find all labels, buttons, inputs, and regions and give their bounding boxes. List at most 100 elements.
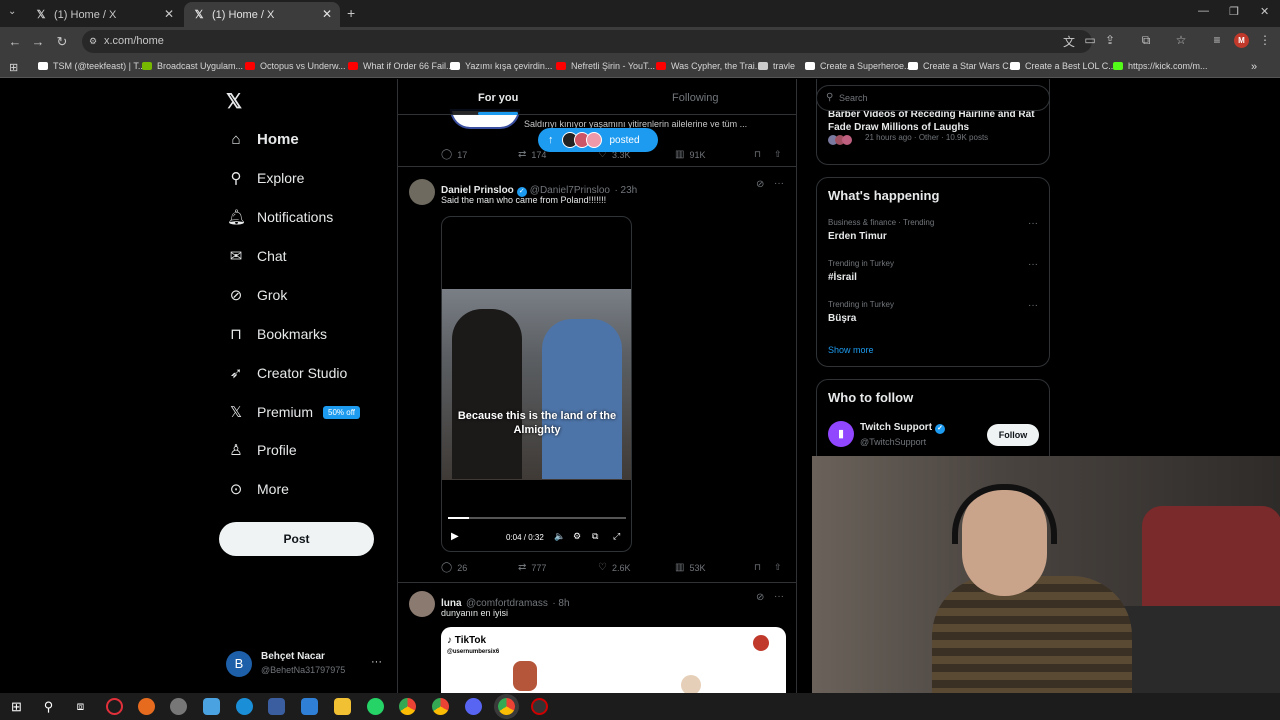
trend-item[interactable]: Trending in Turkey Büşra ··· xyxy=(828,300,1038,324)
x-logo-icon[interactable]: 𝕏 xyxy=(226,89,242,114)
bookmark-item[interactable]: TSM (@teekfeast) | T... xyxy=(38,61,145,71)
edge-icon[interactable] xyxy=(236,698,253,715)
fullscreen-icon[interactable]: ⤢ xyxy=(613,531,620,542)
grok-icon[interactable]: ⊘ xyxy=(756,592,764,603)
address-bar[interactable]: ⚙ x.com/home xyxy=(82,30,1092,53)
app-icon[interactable] xyxy=(301,698,318,715)
file-explorer-icon[interactable] xyxy=(334,698,351,715)
trend-item[interactable]: Trending in Turkey #İsrail ··· xyxy=(828,259,1038,283)
chrome-active-icon[interactable] xyxy=(498,698,515,715)
menu-kebab-icon[interactable]: ⋮ xyxy=(1257,33,1273,47)
share-icon[interactable]: ⇪ xyxy=(1102,33,1118,47)
cast-icon[interactable]: ▭ xyxy=(1082,33,1098,47)
trend-more-icon[interactable]: ··· xyxy=(1028,218,1038,229)
search-input[interactable]: ⚲ Search xyxy=(816,85,1050,111)
sidebar-item-notifications[interactable]: 🔔︎ Notifications xyxy=(227,202,333,232)
repost-button[interactable]: ⇄ 777 xyxy=(518,562,546,573)
firefox-icon[interactable] xyxy=(138,698,155,715)
apps-grid-icon[interactable]: ⊞ xyxy=(9,61,18,74)
sidebar-item-explore[interactable]: ⚲ Explore xyxy=(227,163,305,193)
post-button[interactable]: Post xyxy=(219,522,374,556)
browser-tab-1[interactable]: 𝕏 (1) Home / X ✕ xyxy=(26,2,182,27)
task-view-icon[interactable]: ⧈ xyxy=(72,698,89,715)
twitch-avatar[interactable]: ▮ xyxy=(828,421,854,447)
news-title[interactable]: Barber Videos of Receding Hairline and R… xyxy=(828,108,1040,134)
video-progress-bar[interactable] xyxy=(448,517,626,519)
extensions-icon[interactable]: ⧉ xyxy=(1138,33,1154,48)
close-tab-icon[interactable]: ✕ xyxy=(164,7,174,21)
tweet-time[interactable]: · 23h xyxy=(614,185,637,196)
site-info-icon[interactable]: ⚙ xyxy=(89,30,97,53)
tweet-more-icon[interactable]: ··· xyxy=(774,178,784,189)
trend-more-icon[interactable]: ··· xyxy=(1028,259,1038,270)
tab-for-you[interactable]: For you xyxy=(478,79,519,115)
bookmark-item[interactable]: Octopus vs Underw... xyxy=(245,61,346,71)
bookmark-item[interactable]: Broadcast Uygulam... xyxy=(142,61,243,71)
follow-handle[interactable]: @TwitchSupport xyxy=(860,437,926,447)
new-tab-button[interactable]: + xyxy=(347,5,355,21)
opera-icon[interactable] xyxy=(106,698,123,715)
more-bookmarks-icon[interactable]: » xyxy=(1251,61,1257,73)
show-more-link[interactable]: Show more xyxy=(828,345,874,355)
tweet-more-icon[interactable]: ··· xyxy=(774,591,784,602)
trend-item[interactable]: Business & finance · Trending Erden Timur… xyxy=(828,218,1038,242)
play-icon[interactable]: ▶ xyxy=(451,531,459,542)
follow-button[interactable]: Follow xyxy=(987,424,1039,446)
volume-icon[interactable]: 🔈 xyxy=(554,531,565,542)
chrome-icon[interactable] xyxy=(399,698,416,715)
repost-button[interactable]: ⇄ 174 xyxy=(518,149,546,160)
sidebar-item-grok[interactable]: ⊘ Grok xyxy=(227,280,288,310)
tab-following[interactable]: Following xyxy=(672,79,718,115)
share-icon[interactable]: ⇧ xyxy=(774,149,782,160)
bookmark-item[interactable]: Yazımı kışa çevirdin... xyxy=(450,61,552,71)
bookmark-item[interactable]: travle xyxy=(758,61,795,71)
reload-button[interactable]: ↻ xyxy=(52,32,72,52)
discord-icon[interactable] xyxy=(465,698,482,715)
bookmark-icon[interactable]: ⊓ xyxy=(754,562,761,573)
close-tab-icon[interactable]: ✕ xyxy=(322,7,332,21)
media-controls-icon[interactable]: ≡ xyxy=(1209,33,1225,47)
bookmark-item[interactable]: Create a Superheroe... xyxy=(805,61,912,71)
new-posts-pill[interactable]: ↑ posted xyxy=(538,128,658,152)
tweet-avatar[interactable] xyxy=(409,179,435,205)
close-window-button[interactable]: ✕ xyxy=(1260,5,1269,18)
bookmark-item[interactable]: Create a Best LOL C... xyxy=(1010,61,1116,71)
chrome-icon[interactable] xyxy=(432,698,449,715)
grok-icon[interactable]: ⊘ xyxy=(756,179,764,190)
settings-icon[interactable]: ⚙ xyxy=(573,531,581,542)
pip-icon[interactable]: ⧉ xyxy=(592,531,598,542)
sidebar-item-home[interactable]: ⌂ Home xyxy=(227,124,298,154)
minimize-button[interactable]: — xyxy=(1198,5,1209,17)
views-button[interactable]: ▥ 91K xyxy=(675,149,705,160)
sidebar-item-more[interactable]: ⊙ More xyxy=(227,474,289,504)
trend-more-icon[interactable]: ··· xyxy=(1028,300,1038,311)
bookmark-star-icon[interactable]: ☆ xyxy=(1173,33,1189,47)
sidebar-item-profile[interactable]: ♙ Profile xyxy=(227,435,296,465)
whatsapp-icon[interactable] xyxy=(367,698,384,715)
tweet-time[interactable]: · 8h xyxy=(552,598,569,609)
tweet-video[interactable]: Because this is the land of the Almighty… xyxy=(441,216,632,552)
views-button[interactable]: ▥ 53K xyxy=(675,562,705,573)
tweet-avatar[interactable] xyxy=(409,591,435,617)
tweet-media[interactable]: ♪ TikTok @usernumbersix6 xyxy=(441,627,786,693)
bookmark-item[interactable]: Was Cypher, the Trai... xyxy=(656,61,762,71)
browser-tab-2[interactable]: 𝕏 (1) Home / X ✕ xyxy=(184,2,340,27)
like-button[interactable]: ♡ 2.6K xyxy=(598,562,630,573)
follow-suggestion-name[interactable]: Twitch Support ✓ xyxy=(860,422,948,434)
sidebar-item-creator-studio[interactable]: ➶ Creator Studio xyxy=(227,358,348,388)
start-icon[interactable]: ⊞ xyxy=(8,698,25,715)
bookmark-item[interactable]: https://kick.com/m... xyxy=(1113,61,1208,71)
account-more-icon[interactable]: ··· xyxy=(371,656,382,668)
bookmark-item[interactable]: Create a Star Wars C... xyxy=(908,61,1016,71)
app-icon[interactable] xyxy=(268,698,285,715)
search-icon[interactable]: ⚲ xyxy=(40,698,57,715)
restore-button[interactable]: ❐ xyxy=(1229,5,1239,18)
sidebar-item-bookmarks[interactable]: ⊓ Bookmarks xyxy=(227,319,327,349)
back-button[interactable]: ← xyxy=(5,32,25,52)
tab-search-icon[interactable]: ⌄ xyxy=(8,6,16,17)
translate-icon[interactable]: 文 xyxy=(1061,33,1077,50)
account-switcher[interactable]: B Behçet Nacar @BehetNa31797975 ··· xyxy=(226,650,386,678)
bookmark-item[interactable]: Nefretli Şirin - YouT... xyxy=(556,61,655,71)
reply-button[interactable]: ◯ 17 xyxy=(441,149,467,160)
forward-button[interactable]: → xyxy=(28,32,48,52)
